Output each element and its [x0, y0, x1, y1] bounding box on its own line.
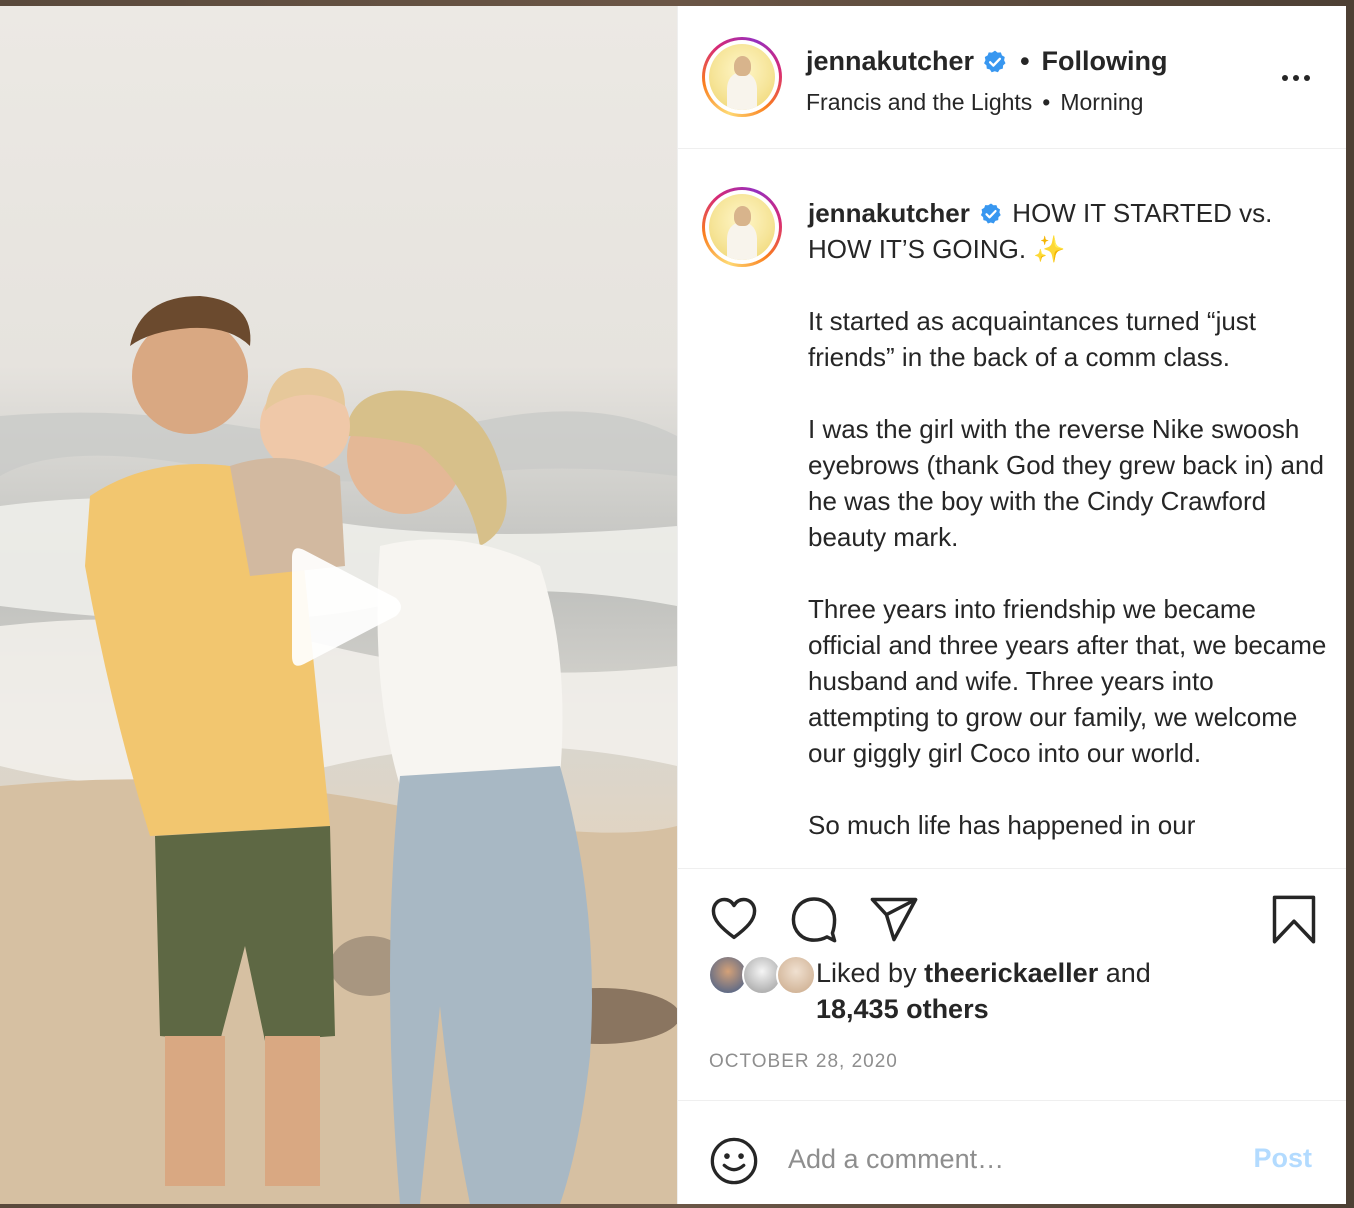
post-header: jennakutcher • Following Francis and the… [678, 6, 1346, 149]
likes-prefix: Liked by [816, 958, 917, 988]
bookmark-icon[interactable] [1268, 893, 1320, 945]
post-date-text[interactable]: OCTOBER 28, 2020 [709, 1051, 898, 1073]
caption-paragraph: It started as acquaintances turned “just… [808, 306, 1257, 372]
smiley-icon[interactable] [708, 1135, 760, 1187]
play-icon[interactable] [278, 540, 408, 674]
comment-bar: Post [678, 1101, 1346, 1204]
caption-username[interactable]: jennakutcher [808, 198, 970, 228]
caption-paragraph: So much life has happened in our [808, 810, 1196, 840]
more-options-icon[interactable] [1282, 68, 1316, 88]
caption-paragraph: I was the girl with the reverse Nike swo… [808, 414, 1324, 552]
author-line: jennakutcher • Following [806, 46, 1168, 77]
likes-section: Liked by theerickaeller and 18,435 other… [678, 955, 1346, 1041]
likes-count[interactable]: 18,435 others [816, 994, 989, 1024]
likes-joiner: and [1105, 958, 1151, 988]
likes-text: Liked by theerickaeller and 18,435 other… [816, 955, 1296, 1027]
caption-paragraph: Three years into friendship we became of… [808, 594, 1327, 768]
liker-username[interactable]: theerickaeller [924, 958, 1098, 988]
author-avatar[interactable] [702, 37, 782, 117]
following-button[interactable]: Following [1042, 46, 1168, 77]
post-modal: jennakutcher • Following Francis and the… [0, 6, 1346, 1204]
caption-scroll-area[interactable]: jennakutcher HOW IT STARTED vs. HOW IT’S… [678, 149, 1346, 869]
comment-icon[interactable] [788, 893, 840, 945]
verified-badge-icon [984, 50, 1006, 72]
post-details-panel: jennakutcher • Following Francis and the… [677, 6, 1346, 1204]
paper-plane-icon[interactable] [868, 893, 920, 945]
post-date: OCTOBER 28, 2020 [678, 1041, 1346, 1101]
heart-icon[interactable] [708, 893, 760, 945]
post-comment-button[interactable]: Post [1253, 1143, 1312, 1174]
caption-author-avatar[interactable] [702, 187, 782, 267]
action-bar [678, 869, 1346, 955]
author-username[interactable]: jennakutcher [806, 46, 974, 77]
liker-avatar[interactable] [776, 955, 816, 995]
post-video[interactable] [0, 6, 677, 1204]
liker-avatars[interactable] [708, 955, 818, 995]
post-caption: jennakutcher HOW IT STARTED vs. HOW IT’S… [808, 195, 1328, 868]
verified-badge-icon [980, 203, 1001, 224]
comment-input[interactable] [788, 1131, 1228, 1187]
header-separator: • [1020, 46, 1030, 76]
audio-separator: • [1042, 89, 1051, 115]
audio-artist-link[interactable]: Francis and the Lights [806, 89, 1032, 116]
audio-track-link[interactable]: Morning [1060, 89, 1143, 116]
audio-line: Francis and the Lights • Morning [806, 89, 1143, 116]
